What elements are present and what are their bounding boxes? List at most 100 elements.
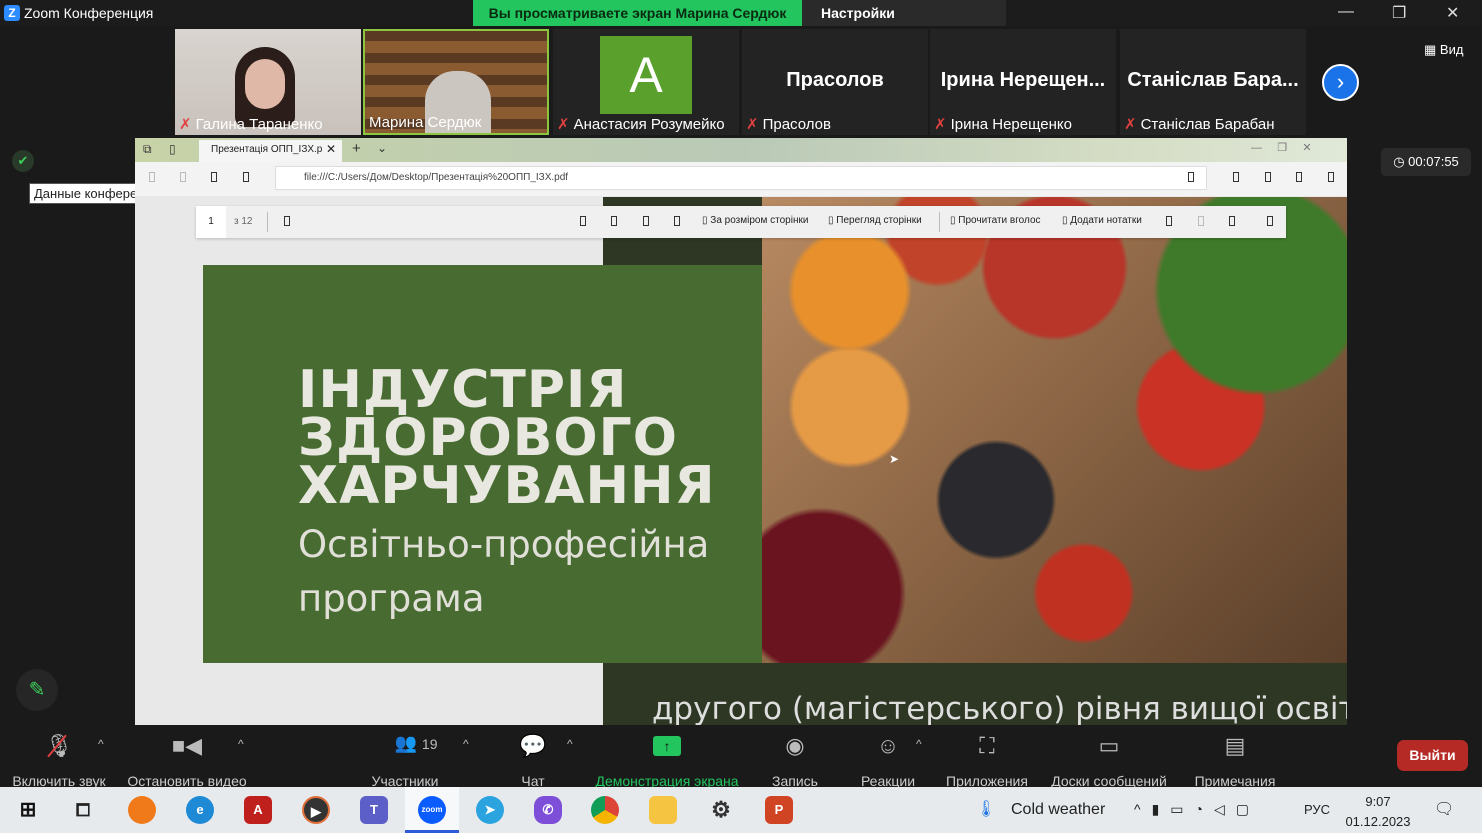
video-tile[interactable]: A ✗ Анастасия Розумейко xyxy=(553,29,739,135)
zoom-icon[interactable]: zoom xyxy=(418,796,446,824)
slide-title: ІНДУСТРІЯ ЗДОРОВОГО ХАРЧУВАННЯ xyxy=(298,360,716,516)
media-player-icon[interactable]: ▶ xyxy=(302,796,330,824)
mic-muted-icon: ✗ xyxy=(557,116,570,133)
participant-display-name: Станіслав Бара... xyxy=(1127,69,1299,91)
edge-icon[interactable]: e xyxy=(186,796,214,824)
divider xyxy=(939,212,940,232)
minimize-button[interactable]: — xyxy=(1338,3,1354,21)
grid-icon: ▦ xyxy=(1424,42,1440,57)
print-icon[interactable] xyxy=(1229,216,1235,226)
title-bar: Z Zoom Конференция Вы просматриваете экр… xyxy=(0,0,1482,47)
weather-widget[interactable]: Cold weather xyxy=(1011,801,1105,819)
slide-footer-text: другого (магістерського) рівня вищої осв… xyxy=(652,691,1347,725)
clock[interactable]: 9:07 01.12.2023 xyxy=(1343,792,1413,832)
draw-icon[interactable] xyxy=(1166,216,1172,226)
participant-name: ✗ Станіслав Барабан xyxy=(1124,116,1275,133)
video-options-caret[interactable]: ^ xyxy=(238,737,244,751)
browser-tab[interactable]: Презентація ОПП_ІЗХ.p ✕ xyxy=(199,140,342,162)
url-input[interactable]: file:///C:/Users/Дом/Desktop/Презентація… xyxy=(275,166,1207,190)
video-tile[interactable]: ✗ Галина Тараненко xyxy=(175,29,361,135)
slide-subtitle: Освітньо-професійна програма xyxy=(298,523,710,620)
participant-display-name: Ірина Нерещен... xyxy=(940,69,1106,91)
windows-taskbar: ⊞ ⧠ e A ▶ T zoom ➤ ✆ ⚙ P 🌡 Cold weather … xyxy=(0,787,1482,833)
browser-menu-icon[interactable] xyxy=(1328,172,1334,182)
meeting-timer: ◷ 00:07:55 xyxy=(1381,148,1471,176)
new-tab-icon[interactable]: + xyxy=(352,140,361,157)
fit-icon[interactable] xyxy=(674,216,680,226)
chat-caret[interactable]: ^ xyxy=(567,737,573,751)
rotate-icon[interactable] xyxy=(643,216,649,226)
telegram-icon[interactable]: ➤ xyxy=(476,796,504,824)
mic-muted-icon: ✗ xyxy=(934,116,947,133)
zoom-out-icon[interactable] xyxy=(580,216,586,226)
view-settings-button[interactable]: Настройки просмотра⌄ xyxy=(802,0,1006,47)
leave-button[interactable]: Выйти xyxy=(1397,740,1468,771)
participants-count: 19 xyxy=(421,736,438,752)
clock-icon: ◷ xyxy=(1393,154,1409,169)
security-shield-icon[interactable]: ✔ xyxy=(12,150,34,172)
mic-muted-icon: ✗ xyxy=(179,116,192,133)
back-icon[interactable] xyxy=(149,172,155,182)
zoom-in-icon[interactable] xyxy=(611,216,617,226)
video-camera-icon[interactable]: ■◀ xyxy=(172,733,202,759)
video-tile[interactable]: Прасолов ✗ Прасолов xyxy=(742,29,928,135)
windows-start-icon[interactable]: ⊞ xyxy=(14,796,42,824)
contents-icon[interactable] xyxy=(284,216,290,226)
forward-icon[interactable] xyxy=(180,172,186,182)
tab-actions-icon[interactable]: ⧉ xyxy=(143,142,152,157)
notes-icon[interactable]: ▤ xyxy=(1225,733,1246,759)
fit-page-button[interactable]: ▯ За розміром сторінки xyxy=(702,215,808,226)
participants-icon[interactable]: 👥 19 xyxy=(395,733,438,754)
read-aloud-button[interactable]: ▯ Прочитати вголос xyxy=(950,215,1041,226)
powerpoint-icon[interactable]: P xyxy=(765,796,793,824)
mic-muted-icon[interactable]: 🎙 xyxy=(45,733,73,759)
participants-caret[interactable]: ^ xyxy=(463,737,469,751)
close-tab-icon[interactable]: ✕ xyxy=(326,142,336,156)
maximize-button[interactable]: ❐ xyxy=(1392,3,1406,23)
settings-gear-icon[interactable]: ⚙ xyxy=(707,796,735,824)
favorite-icon[interactable] xyxy=(1188,172,1194,182)
browser-toolbar-icon[interactable] xyxy=(1265,172,1271,182)
video-tile[interactable]: Ірина Нерещен... ✗ Ірина Нерещенко xyxy=(930,29,1116,135)
thermometer-icon: 🌡 xyxy=(976,801,997,818)
video-tile-active-speaker[interactable]: Марина Сердюк xyxy=(363,29,549,135)
home-icon[interactable] xyxy=(243,172,249,182)
add-notes-button[interactable]: ▯ Додати нотатки xyxy=(1062,215,1142,226)
page-view-button[interactable]: ▯ Перегляд сторінки xyxy=(828,215,922,226)
address-bar-row: file:///C:/Users/Дом/Desktop/Презентація… xyxy=(135,162,1347,196)
firefox-icon[interactable] xyxy=(128,796,156,824)
erase-icon[interactable] xyxy=(1198,216,1204,226)
browser-tab-bar: ⧉ ▯ Презентація ОПП_ІЗХ.p ✕ + ⌄ — ❐ ✕ xyxy=(135,138,1347,162)
chevron-down-icon[interactable]: ⌄ xyxy=(377,141,387,155)
tab-icon[interactable]: ▯ xyxy=(169,142,176,156)
system-tray-icons[interactable]: ^▮▭◔◁▢ xyxy=(1134,801,1260,818)
viber-icon[interactable]: ✆ xyxy=(534,796,562,824)
video-tile[interactable]: Станіслав Бара... ✗ Станіслав Барабан xyxy=(1120,29,1306,135)
chrome-icon[interactable] xyxy=(591,796,619,824)
annotate-pencil-icon[interactable]: ✎ xyxy=(16,669,58,711)
browser-toolbar-icon[interactable] xyxy=(1296,172,1302,182)
record-icon[interactable]: ◉ xyxy=(785,733,804,759)
language-indicator[interactable]: РУС xyxy=(1304,802,1330,817)
reactions-icon[interactable]: ☺ xyxy=(877,733,899,759)
participant-display-name: Прасолов xyxy=(786,69,884,91)
audio-options-caret[interactable]: ^ xyxy=(98,737,104,751)
view-button[interactable]: ▦ Вид xyxy=(1424,42,1463,58)
browser-window-controls[interactable]: — ❐ ✕ xyxy=(1251,141,1312,154)
page-number-input[interactable]: 1 xyxy=(196,206,226,238)
share-screen-icon[interactable]: ↑ xyxy=(653,736,681,756)
apps-icon[interactable]: ⛶ xyxy=(979,733,994,759)
chat-icon[interactable]: 💬 xyxy=(519,733,546,759)
whiteboard-icon[interactable]: ▭ xyxy=(1099,733,1120,759)
refresh-icon[interactable] xyxy=(211,172,217,182)
browser-toolbar-icon[interactable] xyxy=(1233,172,1239,182)
close-button[interactable]: ✕ xyxy=(1446,3,1459,23)
file-explorer-icon[interactable] xyxy=(649,796,677,824)
acrobat-icon[interactable]: A xyxy=(244,796,272,824)
reactions-caret[interactable]: ^ xyxy=(916,737,922,751)
teams-icon[interactable]: T xyxy=(360,796,388,824)
save-icon[interactable] xyxy=(1267,216,1273,226)
next-page-arrow-icon[interactable]: › xyxy=(1322,64,1359,101)
task-view-icon[interactable]: ⧠ xyxy=(69,796,97,824)
notifications-icon[interactable]: 🗨 xyxy=(1434,799,1454,819)
